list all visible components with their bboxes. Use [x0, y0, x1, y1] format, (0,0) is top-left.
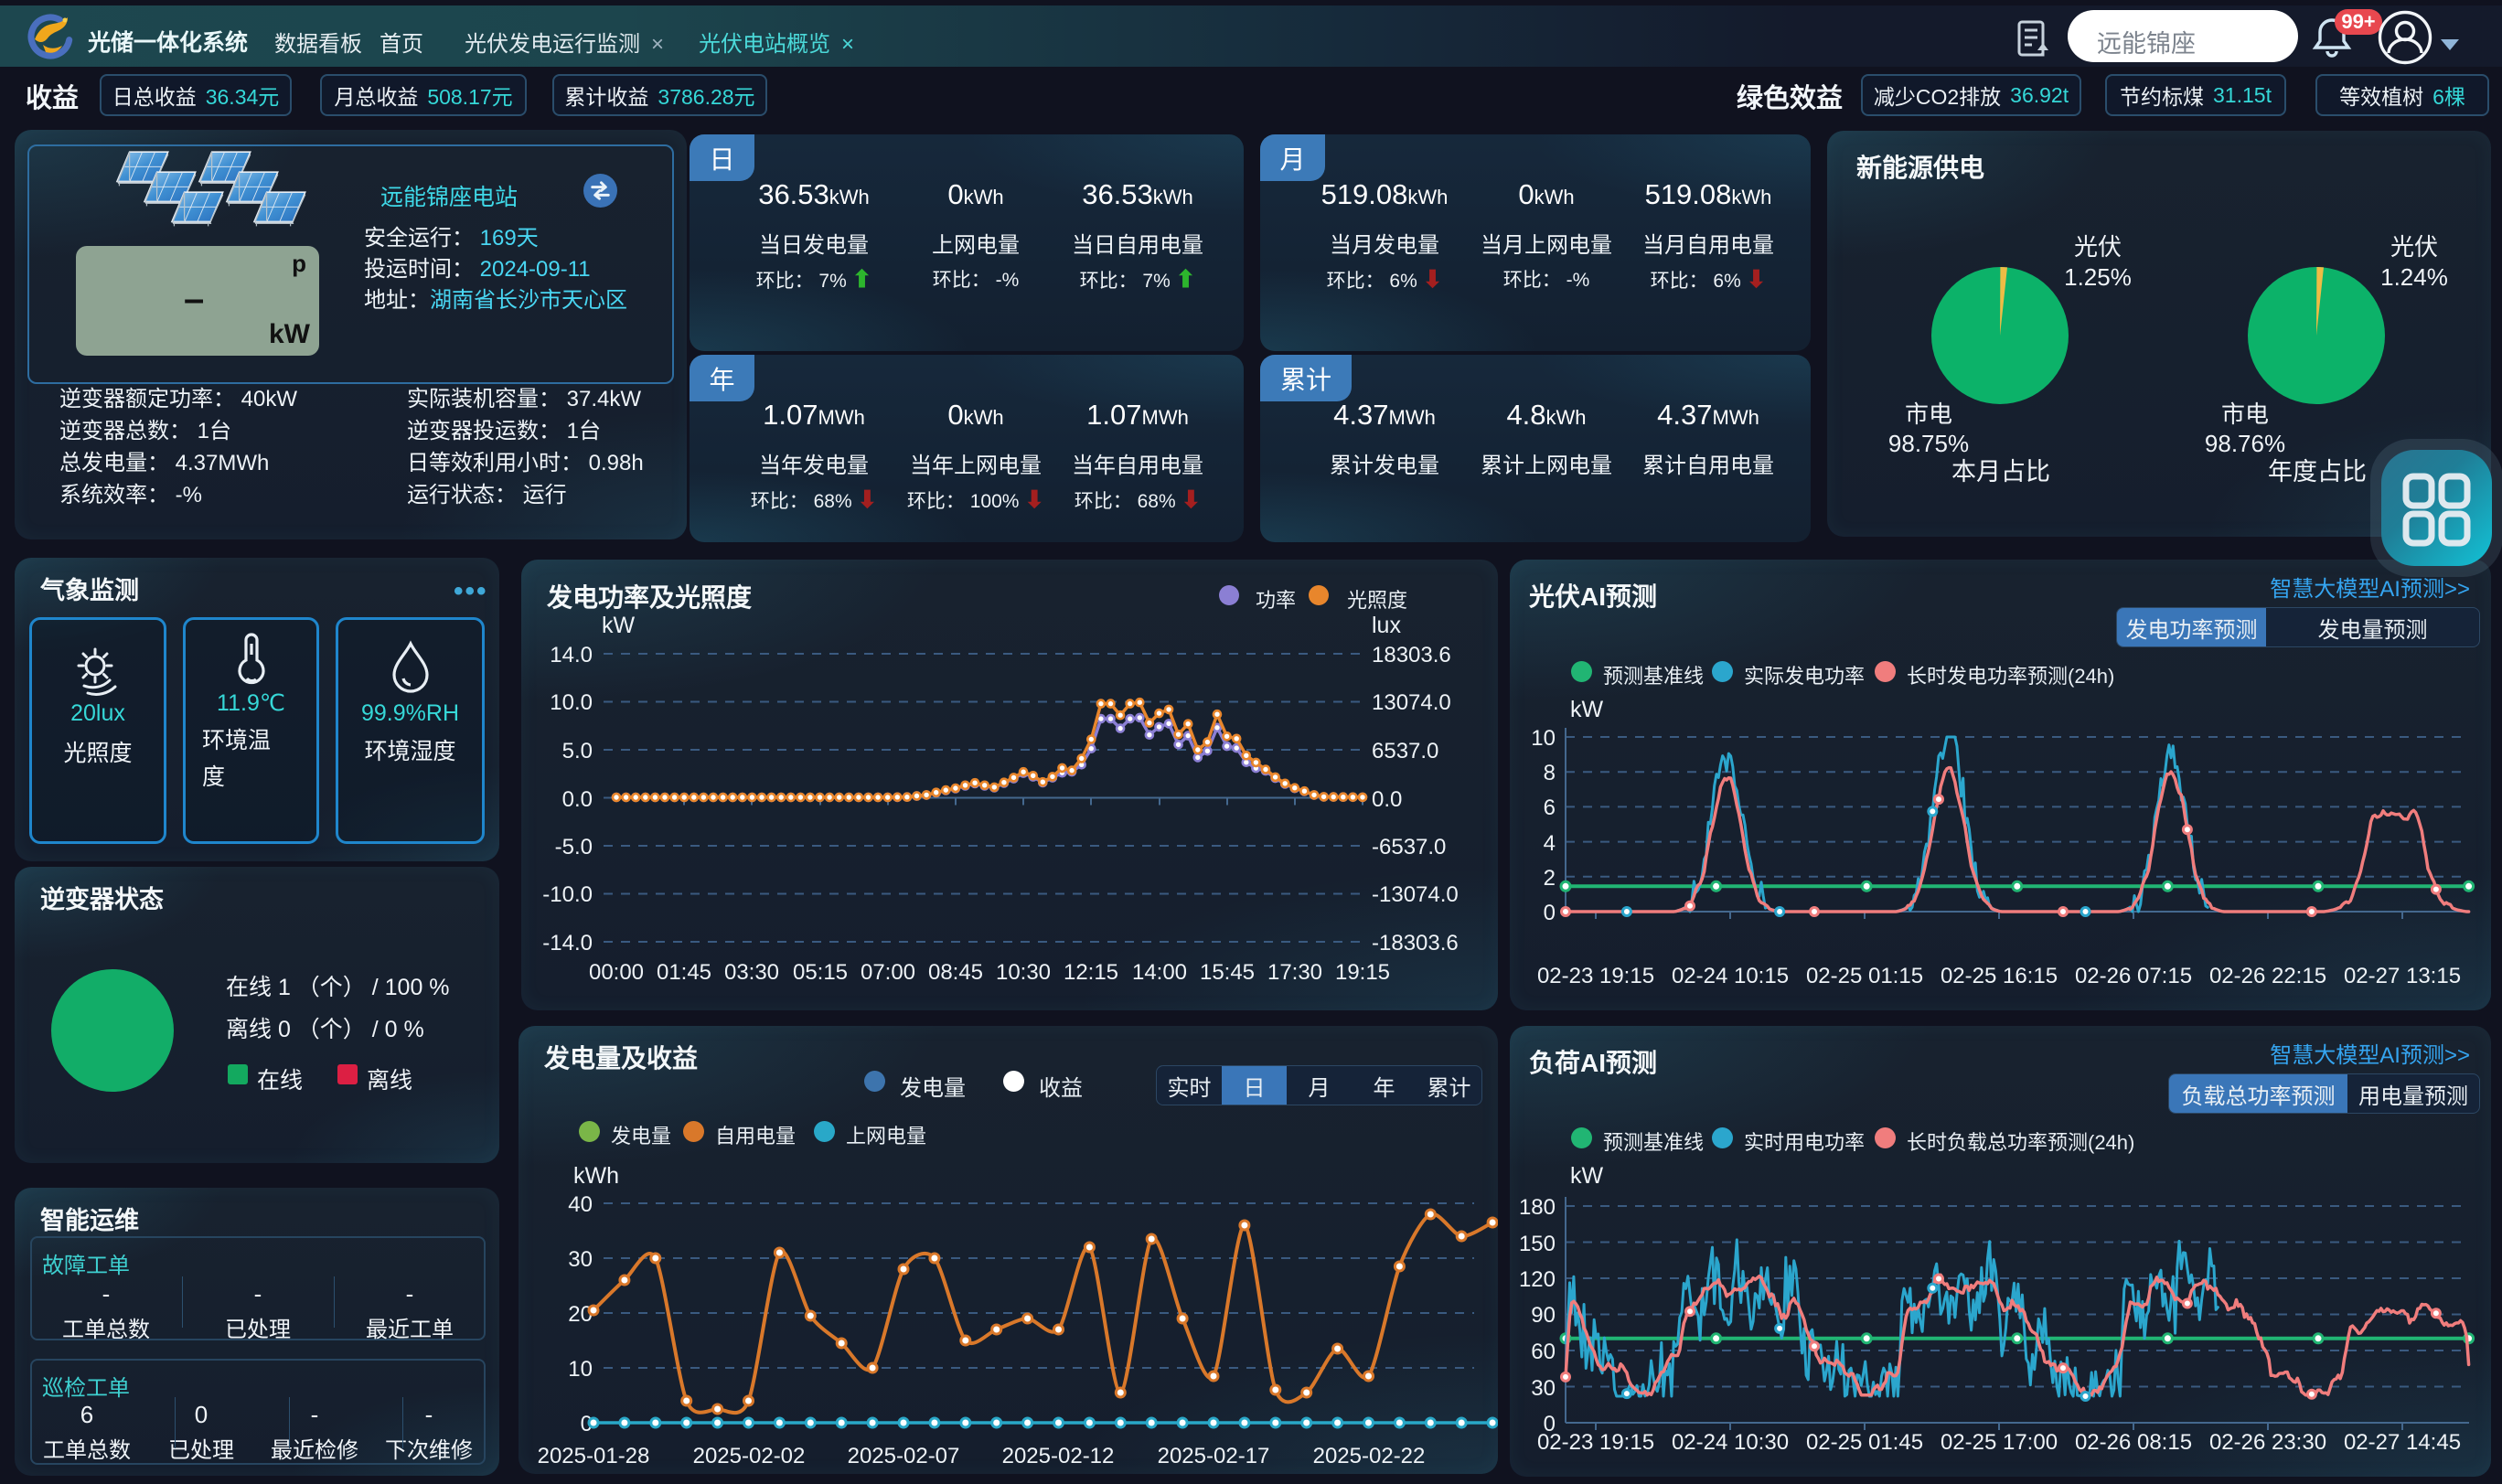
- svg-text:2025-02-22: 2025-02-22: [1313, 1444, 1426, 1468]
- svg-text:kW: kW: [1570, 697, 1604, 722]
- svg-text:2025-02-12: 2025-02-12: [1002, 1444, 1115, 1468]
- svg-text:19:15: 19:15: [1335, 960, 1390, 985]
- svg-text:6: 6: [1544, 795, 1556, 820]
- svg-text:6537.0: 6537.0: [1372, 739, 1438, 763]
- svg-text:lux: lux: [1372, 613, 1401, 638]
- svg-text:02-23 19:15: 02-23 19:15: [1537, 964, 1654, 988]
- svg-text:14.0: 14.0: [550, 643, 593, 667]
- svg-text:10: 10: [1531, 726, 1556, 751]
- svg-text:-5.0: -5.0: [555, 835, 593, 859]
- svg-text:-13074.0: -13074.0: [1372, 882, 1459, 907]
- svg-text:0.0: 0.0: [562, 787, 593, 812]
- svg-text:30: 30: [568, 1247, 593, 1272]
- svg-text:4: 4: [1544, 831, 1556, 856]
- svg-text:150: 150: [1519, 1232, 1556, 1256]
- svg-text:02-26 07:15: 02-26 07:15: [2075, 964, 2192, 988]
- svg-text:02-27 14:45: 02-27 14:45: [2344, 1430, 2461, 1455]
- svg-text:02-23 19:15: 02-23 19:15: [1537, 1430, 1654, 1455]
- svg-text:01:45: 01:45: [657, 960, 711, 985]
- svg-text:40: 40: [568, 1192, 593, 1217]
- svg-text:12:15: 12:15: [1064, 960, 1118, 985]
- svg-text:17:30: 17:30: [1267, 960, 1322, 985]
- svg-text:-14.0: -14.0: [542, 931, 593, 956]
- svg-text:120: 120: [1519, 1267, 1556, 1292]
- svg-text:2: 2: [1544, 866, 1556, 891]
- svg-text:18303.6: 18303.6: [1372, 643, 1451, 667]
- svg-text:-10.0: -10.0: [542, 882, 593, 907]
- svg-text:02-24 10:30: 02-24 10:30: [1672, 1430, 1789, 1455]
- svg-text:08:45: 08:45: [928, 960, 983, 985]
- svg-text:180: 180: [1519, 1195, 1556, 1220]
- svg-text:05:15: 05:15: [793, 960, 848, 985]
- svg-text:2025-02-17: 2025-02-17: [1158, 1444, 1270, 1468]
- svg-text:2025-02-07: 2025-02-07: [848, 1444, 960, 1468]
- svg-text:14:00: 14:00: [1132, 960, 1187, 985]
- svg-text:kW: kW: [602, 613, 636, 638]
- svg-text:03:30: 03:30: [724, 960, 779, 985]
- svg-text:0.0: 0.0: [1372, 787, 1402, 812]
- svg-text:02-26 08:15: 02-26 08:15: [2075, 1430, 2192, 1455]
- svg-text:02-27 13:15: 02-27 13:15: [2344, 964, 2461, 988]
- svg-text:20: 20: [568, 1302, 593, 1327]
- svg-text:kWh: kWh: [573, 1163, 619, 1189]
- svg-text:2025-01-28: 2025-01-28: [538, 1444, 650, 1468]
- svg-text:02-25 17:00: 02-25 17:00: [1941, 1430, 2058, 1455]
- svg-text:13074.0: 13074.0: [1372, 690, 1451, 715]
- svg-text:02-26 23:30: 02-26 23:30: [2209, 1430, 2326, 1455]
- svg-text:15:45: 15:45: [1200, 960, 1255, 985]
- svg-text:-6537.0: -6537.0: [1372, 835, 1446, 859]
- svg-text:0: 0: [1544, 901, 1556, 925]
- svg-text:-18303.6: -18303.6: [1372, 931, 1459, 956]
- svg-text:10:30: 10:30: [996, 960, 1051, 985]
- svg-text:02-25 01:15: 02-25 01:15: [1806, 964, 1923, 988]
- svg-text:10.0: 10.0: [550, 690, 593, 715]
- svg-text:07:00: 07:00: [861, 960, 915, 985]
- svg-text:02-26 22:15: 02-26 22:15: [2209, 964, 2326, 988]
- svg-text:60: 60: [1531, 1340, 1556, 1364]
- svg-text:kW: kW: [1570, 1163, 1604, 1189]
- svg-text:02-25 01:45: 02-25 01:45: [1806, 1430, 1923, 1455]
- svg-text:00:00: 00:00: [589, 960, 644, 985]
- svg-text:02-25 16:15: 02-25 16:15: [1941, 964, 2058, 988]
- svg-text:8: 8: [1544, 761, 1556, 785]
- svg-text:2025-02-02: 2025-02-02: [693, 1444, 806, 1468]
- svg-text:30: 30: [1531, 1376, 1556, 1401]
- svg-text:02-24 10:15: 02-24 10:15: [1672, 964, 1789, 988]
- svg-text:10: 10: [568, 1357, 593, 1382]
- svg-text:90: 90: [1531, 1303, 1556, 1328]
- svg-text:5.0: 5.0: [562, 739, 593, 763]
